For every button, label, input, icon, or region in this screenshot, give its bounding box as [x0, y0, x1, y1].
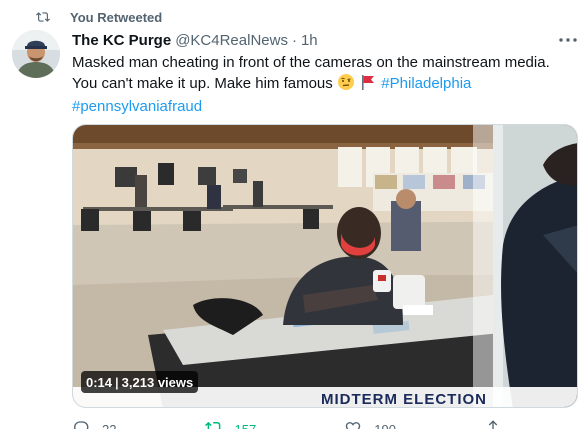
- video-view-count: 3,213 views: [121, 374, 194, 390]
- retweet-context-label: You Retweeted: [70, 9, 163, 25]
- retweet-count: 157: [234, 421, 257, 429]
- retweet-icon: [204, 419, 223, 429]
- separator-dot: ·: [291, 31, 297, 49]
- author-display-name[interactable]: The KC Purge: [72, 32, 171, 49]
- tweet-text-line-1: Masked man cheating in front of the came…: [72, 54, 550, 71]
- retweet-icon: [35, 10, 61, 24]
- retweet-button[interactable]: 157: [204, 419, 257, 429]
- more-options-icon[interactable]: [558, 33, 578, 47]
- raised-eyebrow-emoji-icon: [337, 73, 355, 97]
- avatar[interactable]: [12, 30, 60, 78]
- share-icon: [484, 419, 502, 429]
- video-player[interactable]: MIDTERM ELECTION 0:14 | 3,213 views: [72, 124, 578, 408]
- video-duration-badge: 0:14 | 3,213 views: [81, 371, 199, 393]
- video-frame: [73, 125, 577, 407]
- hashtag-philadelphia[interactable]: #Philadelphia: [381, 75, 471, 92]
- video-banner-text: MIDTERM ELECTION: [321, 391, 487, 408]
- heart-icon: [344, 419, 362, 429]
- video-badge-separator: |: [115, 374, 119, 390]
- video-time: 0:14: [86, 374, 113, 390]
- share-button[interactable]: [484, 419, 502, 429]
- red-flag-emoji-icon: [359, 73, 377, 97]
- social-context[interactable]: You Retweeted: [36, 9, 162, 25]
- reply-button[interactable]: 22: [72, 419, 116, 429]
- like-count: 190: [374, 421, 396, 429]
- tweet-text-line-2: You can't make it up. Make him famous: [72, 75, 333, 92]
- tweet-actions: 22 157 190: [72, 419, 502, 429]
- reply-icon: [72, 419, 90, 429]
- author-handle[interactable]: @KC4RealNews: [175, 32, 288, 49]
- hashtag-pennsylvaniafraud[interactable]: #pennsylvaniafraud: [72, 98, 202, 115]
- tweet-timestamp[interactable]: 1h: [301, 32, 318, 49]
- reply-count: 22: [102, 421, 117, 429]
- tweet-text: Masked man cheating in front of the came…: [72, 53, 572, 117]
- like-button[interactable]: 190: [344, 419, 396, 429]
